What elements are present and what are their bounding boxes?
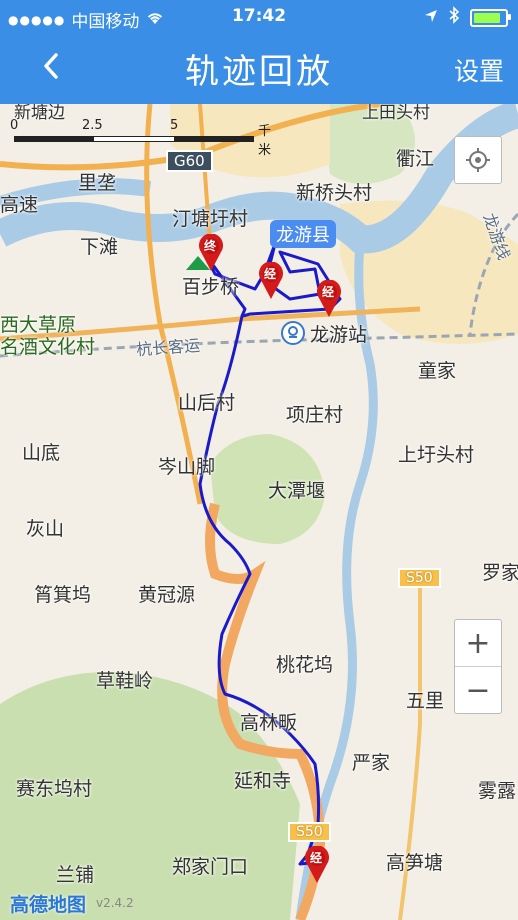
scale-tick-2: 5 — [170, 118, 179, 133]
map-label: 汀塘圩村 — [172, 208, 249, 230]
end-marker-label: 终 — [204, 239, 217, 253]
map-label: 高笋塘 — [386, 852, 444, 874]
map-label: 上圩头村 — [398, 444, 475, 466]
map-label: 岑山脚 — [158, 456, 216, 478]
map-label: 兰铺 — [56, 864, 95, 886]
zoom-controls: + − — [454, 619, 502, 714]
map-label: 龙游站 — [310, 324, 368, 346]
locate-button[interactable] — [454, 136, 502, 184]
map-label: 草鞋岭 — [96, 670, 154, 692]
map-view[interactable]: 0 2.5 5 千米 新塘边 上田头村 里垄 高速 G60 衢江 汀塘圩村 新桥… — [0, 104, 518, 920]
map-label: 童家 — [418, 360, 457, 382]
road-sign-s50: S50 — [398, 568, 441, 588]
waypoint-marker[interactable]: 经 — [258, 262, 284, 300]
status-right — [424, 6, 511, 29]
waypoint-marker-label: 经 — [322, 285, 335, 299]
map-label: 百步桥 — [182, 276, 240, 298]
scale-unit: 千米 — [258, 124, 272, 158]
map-label: 严家 — [352, 752, 391, 774]
map-label: 里垄 — [78, 172, 117, 194]
map-label: 项庄村 — [286, 404, 344, 426]
map-label: 雾露 — [478, 780, 517, 802]
map-version: v2.4.2 — [96, 896, 134, 910]
county-label: 龙游县 — [270, 220, 336, 248]
zoom-out-button[interactable]: − — [455, 667, 501, 713]
location-arrow-icon — [424, 8, 438, 28]
waypoint-marker-label: 经 — [310, 851, 323, 865]
map-label: 高速 — [0, 194, 39, 216]
settings-button[interactable]: 设置 — [454, 52, 504, 88]
map-label: 大潭堰 — [268, 480, 326, 502]
waypoint-marker[interactable]: 经 — [316, 280, 342, 318]
map-label: 桃花坞 — [276, 654, 334, 676]
map-label: 黄冠源 — [138, 584, 196, 606]
map-label: 杭长客运 — [135, 335, 201, 360]
waypoint-marker[interactable]: 经 — [304, 846, 330, 884]
map-label: 新桥头村 — [296, 182, 373, 204]
map-logo: 高德地图 — [10, 894, 87, 916]
map-label: 罗家 — [482, 562, 518, 584]
map-label: 衢江 — [396, 148, 435, 170]
road-sign-s50: S50 — [288, 822, 331, 842]
page-title: 轨迹回放 — [185, 52, 333, 92]
nav-bar: 轨迹回放 设置 — [0, 34, 518, 104]
map-label: 五里 — [406, 690, 445, 712]
scale-tick-1: 2.5 — [82, 118, 103, 133]
map-label: 郑家门口 — [172, 856, 249, 878]
map-label: 山底 — [22, 442, 61, 464]
map-label: 灰山 — [26, 518, 65, 540]
map-label: 延和寺 — [234, 770, 292, 792]
map-label: 山后村 — [178, 392, 236, 414]
map-label: 上田头村 — [362, 104, 430, 123]
status-bar: ●●●●● 中国移动 17:42 — [0, 0, 518, 34]
bluetooth-icon — [448, 6, 460, 29]
zoom-in-button[interactable]: + — [455, 620, 501, 666]
map-label: 赛东坞村 — [16, 778, 93, 800]
waypoint-marker-label: 经 — [264, 267, 277, 281]
map-label: 新塘边 — [14, 104, 65, 123]
map-label: 名酒文化村 — [0, 336, 96, 358]
map-label: 高林畈 — [240, 712, 298, 734]
road-sign-g60: G60 — [166, 150, 213, 172]
map-label: 筲箕坞 — [34, 584, 92, 606]
locate-icon — [466, 148, 490, 172]
battery-icon — [470, 8, 511, 27]
map-label: 下滩 — [80, 236, 119, 258]
